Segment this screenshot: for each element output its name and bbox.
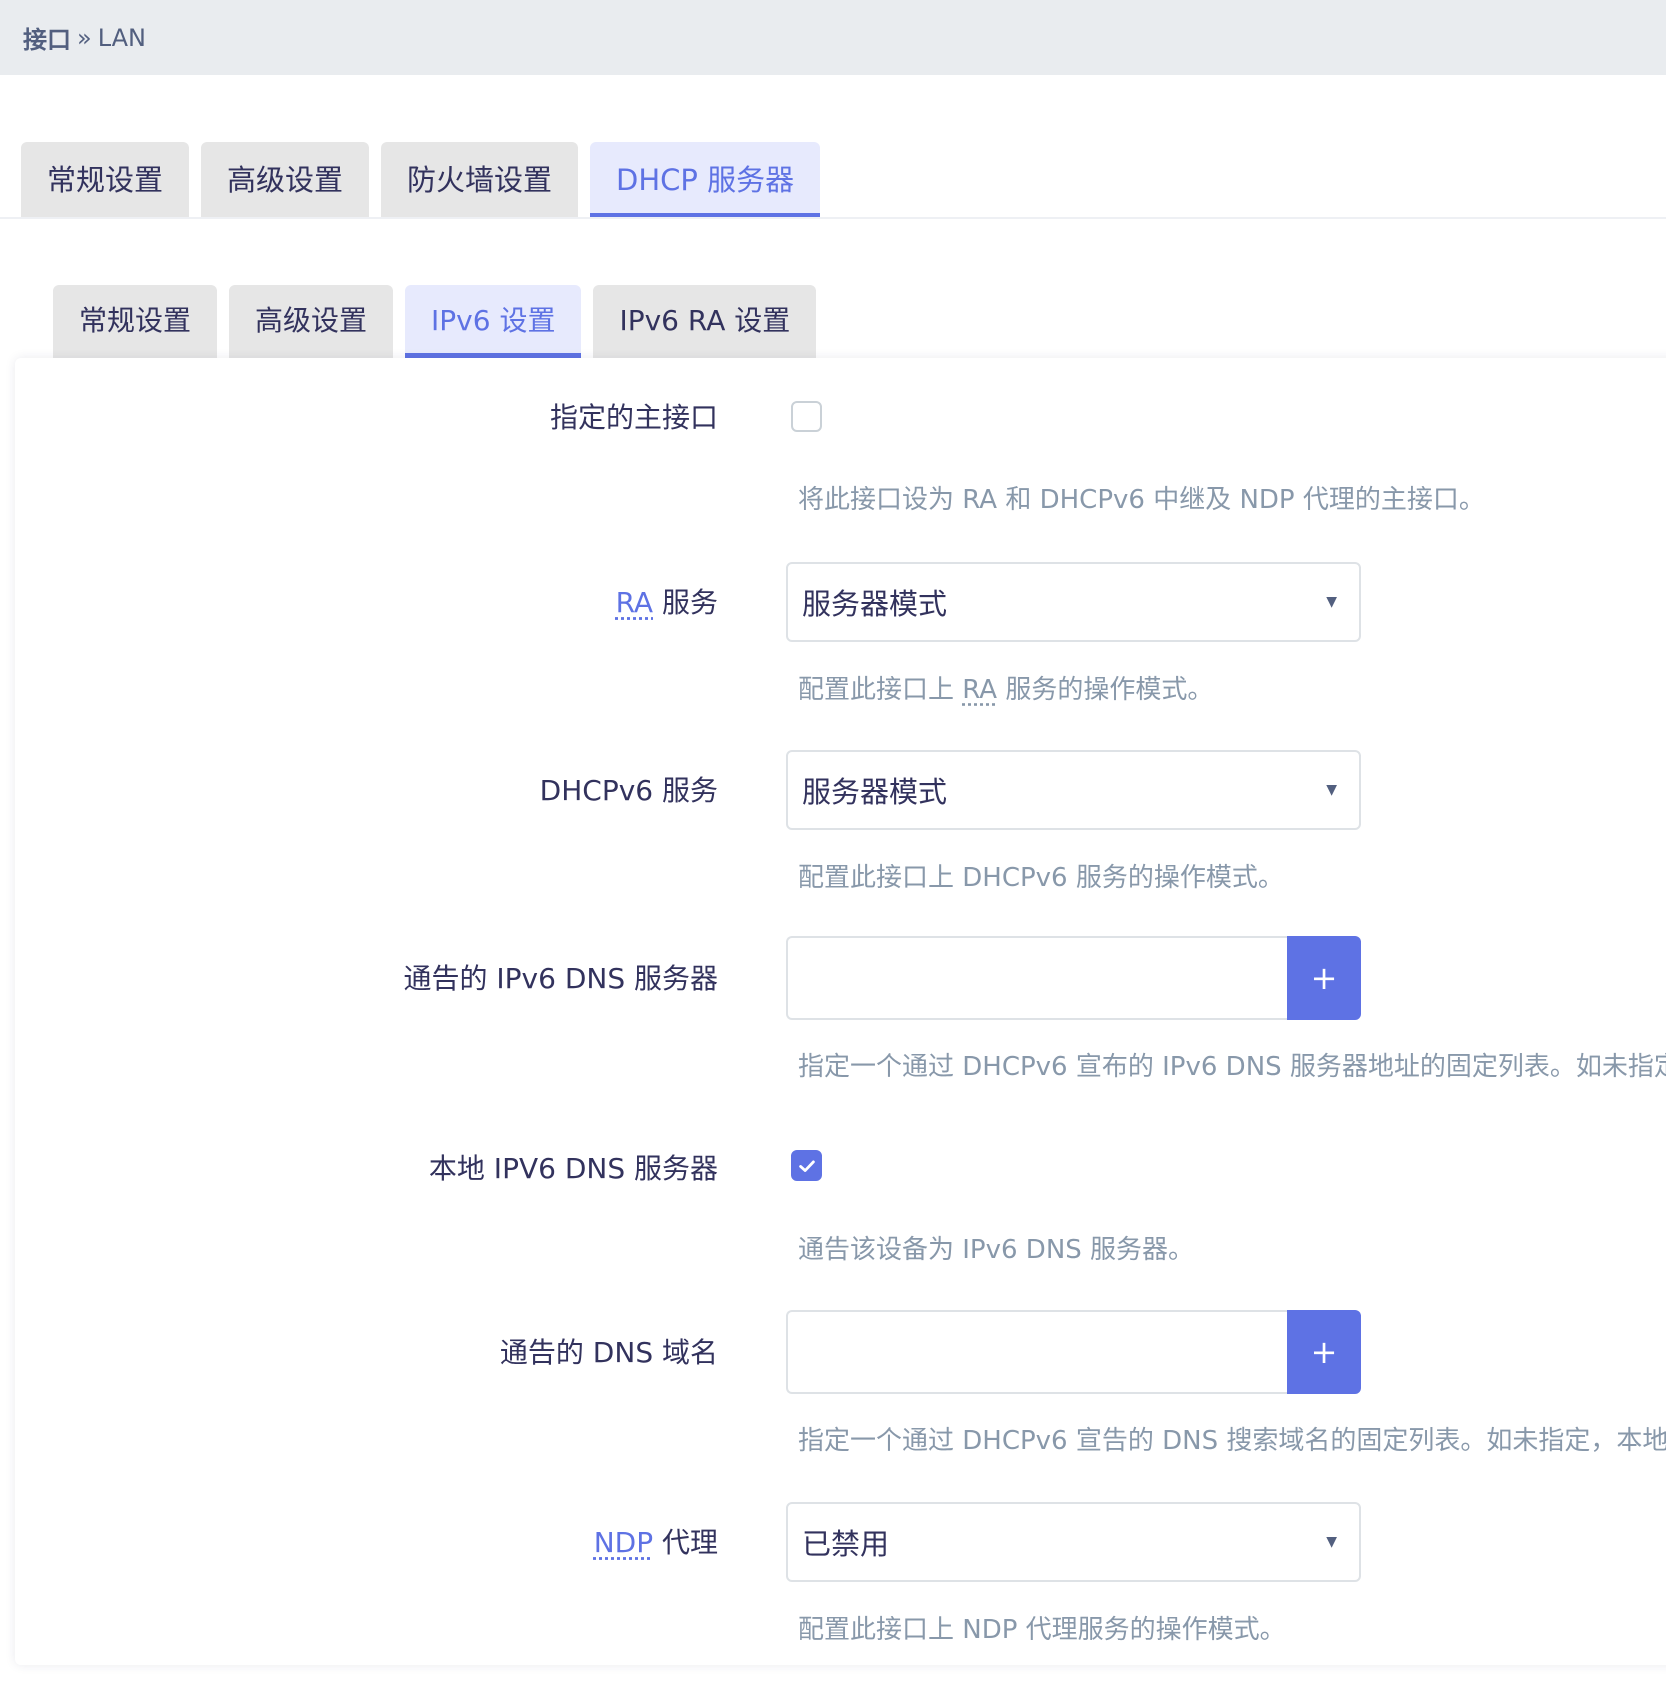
local-dns-checkbox[interactable] bbox=[791, 1150, 822, 1181]
dns-servers-add-button[interactable]: + bbox=[1287, 936, 1361, 1020]
ra-service-select[interactable]: 服务器模式 ▼ bbox=[786, 562, 1361, 642]
dhcpv6-service-select[interactable]: 服务器模式 ▼ bbox=[786, 750, 1361, 830]
dns-servers-input[interactable] bbox=[786, 936, 1291, 1020]
dns-domains-input[interactable] bbox=[786, 1310, 1291, 1394]
dns-domains-label: 通告的 DNS 域名 bbox=[499, 1336, 718, 1369]
subtab-ipv6[interactable]: IPv6 设置 bbox=[405, 285, 582, 358]
local-dns-help: 通告该设备为 IPv6 DNS 服务器。 bbox=[798, 1235, 1195, 1265]
ra-label-rest: 服务 bbox=[653, 586, 718, 619]
breadcrumb-root[interactable]: 接口 bbox=[23, 20, 71, 55]
ra-service-help: 配置此接口上 RA 服务的操作模式。 bbox=[798, 669, 1213, 706]
ra-abbr: RA bbox=[615, 586, 654, 619]
ra-help-abbr: RA bbox=[962, 675, 998, 705]
checkmark-icon bbox=[798, 1160, 815, 1172]
dns-domains-add-button[interactable]: + bbox=[1287, 1310, 1361, 1394]
ra-service-value: 服务器模式 bbox=[802, 587, 948, 621]
dhcpv6-service-label: DHCPv6 服务 bbox=[539, 774, 718, 807]
chevron-down-icon: ▼ bbox=[1326, 594, 1337, 610]
ndp-proxy-value: 已禁用 bbox=[802, 1527, 890, 1561]
chevron-down-icon: ▼ bbox=[1326, 1534, 1337, 1550]
master-help: 将此接口设为 RA 和 DHCPv6 中继及 NDP 代理的主接口。 bbox=[798, 485, 1485, 515]
tab-dhcp-server[interactable]: DHCP 服务器 bbox=[590, 142, 821, 218]
tabs-divider bbox=[0, 217, 1666, 219]
ndp-proxy-help: 配置此接口上 NDP 代理服务的操作模式。 bbox=[798, 1615, 1286, 1645]
dns-domains-list: + bbox=[786, 1310, 1361, 1394]
subtab-ipv6-ra[interactable]: IPv6 RA 设置 bbox=[593, 285, 817, 358]
master-checkbox[interactable] bbox=[791, 401, 822, 432]
tab-firewall[interactable]: 防火墙设置 bbox=[381, 142, 579, 218]
breadcrumb-separator: » bbox=[77, 23, 92, 52]
tab-advanced[interactable]: 高级设置 bbox=[201, 142, 370, 218]
tab-general[interactable]: 常规设置 bbox=[21, 142, 190, 218]
chevron-down-icon: ▼ bbox=[1326, 782, 1337, 798]
local-dns-label: 本地 IPV6 DNS 服务器 bbox=[428, 1152, 718, 1185]
dhcpv6-service-value: 服务器模式 bbox=[802, 775, 948, 809]
ra-help-pre: 配置此接口上 bbox=[798, 675, 963, 705]
interface-tabs: 常规设置 高级设置 防火墙设置 DHCP 服务器 bbox=[21, 142, 821, 218]
dhcpv6-service-help: 配置此接口上 DHCPv6 服务的操作模式。 bbox=[798, 863, 1284, 893]
dns-servers-label: 通告的 IPv6 DNS 服务器 bbox=[403, 962, 718, 995]
ndp-abbr: NDP bbox=[593, 1526, 654, 1559]
breadcrumb-current: LAN bbox=[97, 23, 146, 52]
ndp-label-rest: 代理 bbox=[653, 1526, 718, 1559]
dhcp-subtabs: 常规设置 高级设置 IPv6 设置 IPv6 RA 设置 bbox=[53, 285, 817, 358]
breadcrumb: 接口 » LAN bbox=[0, 0, 1666, 75]
master-label: 指定的主接口 bbox=[549, 401, 718, 434]
dns-servers-list: + bbox=[786, 936, 1361, 1020]
subtab-general[interactable]: 常规设置 bbox=[53, 285, 218, 358]
dns-domains-help: 指定一个通过 DHCPv6 宣告的 DNS 搜索域名的固定列表。如未指定，本地设 bbox=[798, 1426, 1666, 1456]
ra-service-label: RA 服务 bbox=[616, 581, 718, 621]
ndp-proxy-select[interactable]: 已禁用 ▼ bbox=[786, 1502, 1361, 1582]
ra-help-post: 服务的操作模式。 bbox=[997, 675, 1214, 705]
dns-servers-help: 指定一个通过 DHCPv6 宣布的 IPv6 DNS 服务器地址的固定列表。如未… bbox=[798, 1052, 1666, 1082]
subtab-advanced[interactable]: 高级设置 bbox=[229, 285, 394, 358]
ndp-proxy-label: NDP 代理 bbox=[594, 1521, 718, 1561]
